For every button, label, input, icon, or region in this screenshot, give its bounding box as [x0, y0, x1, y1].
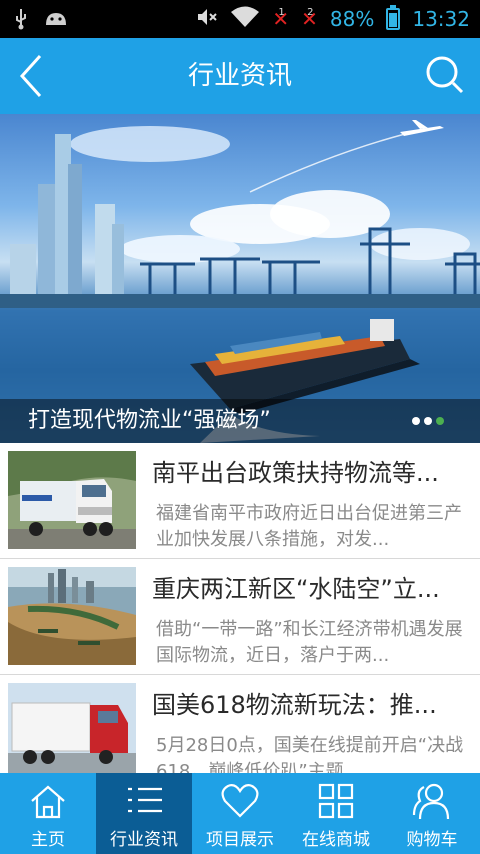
news-summary: 借助“一带一路”和长江经济带机遇发展国际物流，近日，落户于两...	[156, 619, 463, 666]
carousel-indicator	[412, 417, 444, 425]
banner-carousel[interactable]: 打造现代物流业“强磁场”	[0, 114, 480, 443]
battery-icon	[386, 5, 401, 30]
clock: 13:32	[412, 7, 470, 31]
news-summary: 福建省南平市政府近日出台促进第三产业加快发展八条措施，对发...	[156, 503, 462, 550]
heart-icon	[221, 784, 259, 818]
home-icon	[31, 785, 65, 819]
page-title: 行业资讯	[187, 61, 292, 91]
news-title: 南平出台政策扶持物流等...	[152, 459, 439, 487]
news-item[interactable]: 南平出台政策扶持物流等... 福建省南平市政府近日出台促进第三产业加快发展八条措…	[0, 443, 480, 559]
bottom-nav: 主页 行业资讯 项目展示 在线商城 购物车	[0, 773, 480, 854]
sim2-no-signal-icon: ✕ 2	[301, 7, 318, 31]
sim1-no-signal-icon: ✕ 1	[272, 7, 290, 31]
android-icon	[44, 8, 68, 35]
app-header: 行业资讯	[0, 38, 480, 114]
news-thumbnail	[8, 567, 136, 665]
news-item[interactable]: 重庆两江新区“水陆空”立... 借助“一带一路”和长江经济带机遇发展国际物流，近…	[0, 559, 480, 675]
grid-icon	[318, 783, 354, 819]
banner-caption: 打造现代物流业“强磁场”	[28, 408, 271, 433]
search-icon	[426, 56, 464, 94]
news-thumbnail	[8, 451, 136, 549]
nav-label: 项目展示	[206, 830, 274, 850]
carousel-dot[interactable]	[424, 417, 432, 425]
carousel-dot-active[interactable]	[436, 417, 444, 425]
mute-icon	[196, 6, 218, 32]
carousel-dot[interactable]	[412, 417, 420, 425]
battery-percent: 88%	[329, 7, 375, 31]
status-bar: ✕ 1 ✕ 2 88% 13:32	[0, 0, 480, 38]
wifi-icon	[230, 5, 260, 33]
nav-industry-news[interactable]: 行业资讯	[96, 773, 192, 854]
news-item[interactable]: 国美618物流新玩法：推... 5月28日0点，国美在线提前开启“决战618，巅…	[0, 675, 480, 773]
news-summary: 5月28日0点，国美在线提前开启“决战618，巅峰低价趴”主题...	[156, 735, 464, 773]
list-icon	[128, 787, 162, 813]
nav-label: 在线商城	[302, 830, 370, 850]
users-icon	[412, 783, 450, 820]
usb-icon	[14, 8, 28, 35]
nav-cart[interactable]: 购物车	[384, 773, 480, 854]
nav-home[interactable]: 主页	[0, 773, 96, 854]
banner-caption-bar: 打造现代物流业“强磁场”	[0, 399, 480, 443]
nav-label: 行业资讯	[110, 830, 178, 850]
nav-projects[interactable]: 项目展示	[192, 773, 288, 854]
search-button[interactable]	[424, 54, 468, 98]
news-title: 国美618物流新玩法：推...	[152, 691, 437, 719]
news-list: 南平出台政策扶持物流等... 福建省南平市政府近日出台促进第三产业加快发展八条措…	[0, 443, 480, 773]
nav-label: 主页	[31, 830, 65, 850]
news-title: 重庆两江新区“水陆空”立...	[152, 575, 440, 603]
news-thumbnail	[8, 683, 136, 773]
nav-online-mall[interactable]: 在线商城	[288, 773, 384, 854]
nav-label: 购物车	[406, 830, 458, 850]
banner-image	[0, 120, 480, 443]
